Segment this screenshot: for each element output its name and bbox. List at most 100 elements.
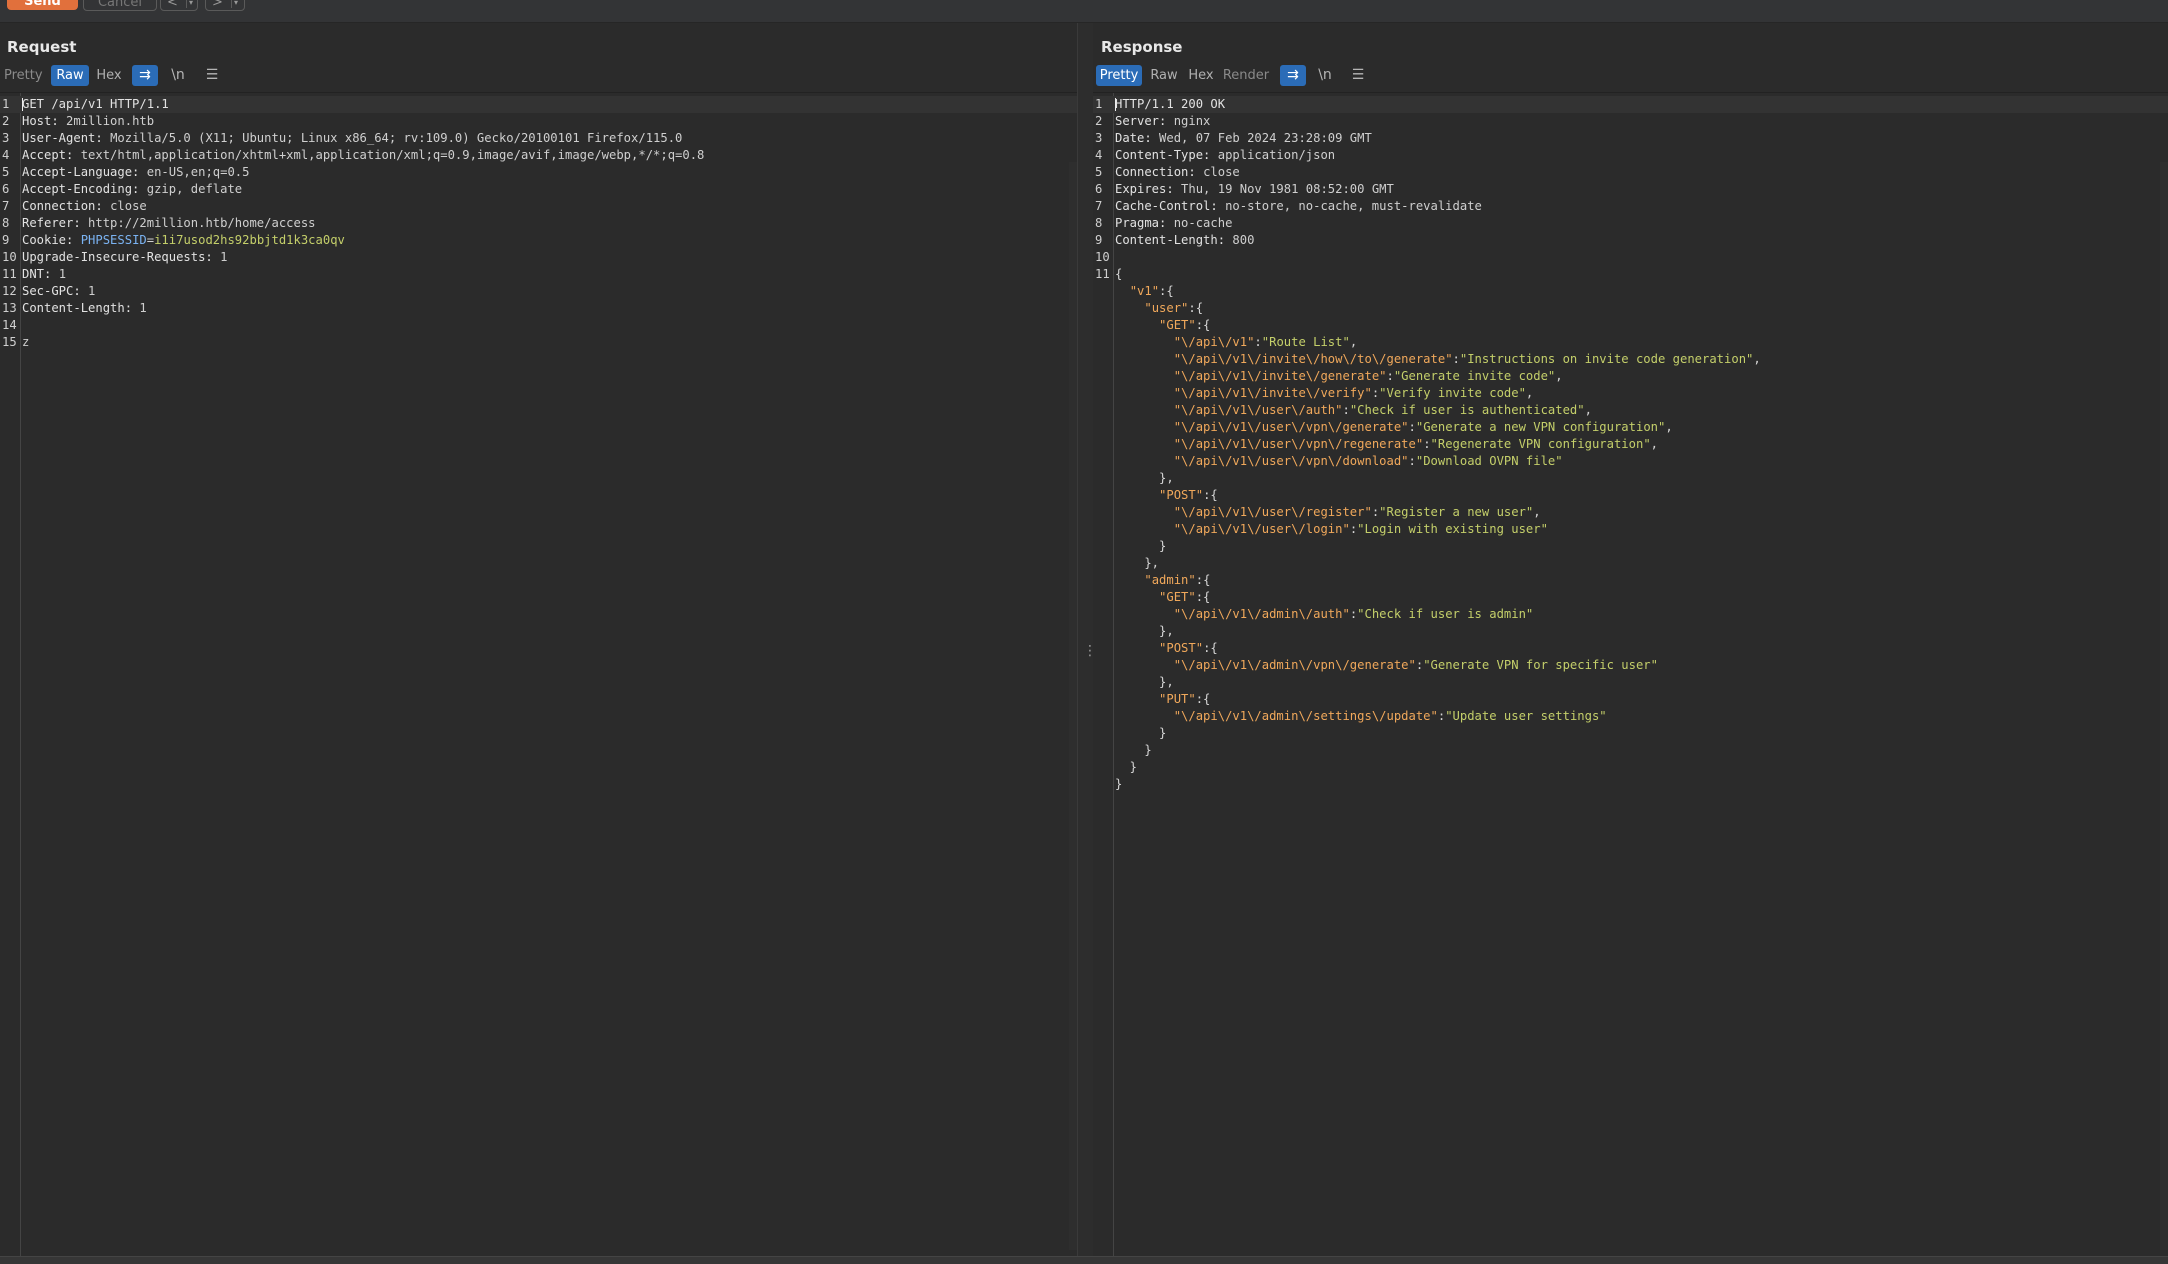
response-line[interactable]: "GET":{ — [1093, 589, 2168, 606]
response-line[interactable]: "\/api\/v1\/user\/vpn\/regenerate":"Rege… — [1093, 436, 2168, 453]
token: , — [1349, 335, 1358, 349]
request-line[interactable]: 11 DNT: 1 — [0, 266, 1077, 283]
line-text: Content-Type: application/json — [1115, 147, 1335, 164]
line-text: Host: 2million.htb — [22, 113, 154, 130]
tab-request-pretty[interactable]: Pretty — [4, 65, 43, 86]
response-line[interactable]: "admin":{ — [1093, 572, 2168, 589]
history-forward-button[interactable]: > ▾ — [205, 0, 245, 11]
token: Thu, 19 Nov 1981 08:52:00 GMT — [1181, 182, 1394, 196]
line-number: 6 — [2, 182, 10, 196]
response-line[interactable]: "\/api\/v1\/invite\/generate":"Generate … — [1093, 368, 2168, 385]
request-line[interactable]: 12 Sec-GPC: 1 — [0, 283, 1077, 300]
chevron-down-icon[interactable]: ▾ — [234, 0, 238, 13]
wrap-lines-icon[interactable]: ⇉ — [1280, 65, 1306, 86]
response-scrollbar[interactable] — [2160, 162, 2168, 1250]
response-line[interactable]: "\/api\/v1\/invite\/how\/to\/generate":"… — [1093, 351, 2168, 368]
menu-icon[interactable]: ☰ — [1346, 65, 1370, 86]
response-line[interactable]: "\/api\/v1\/invite\/verify":"Verify invi… — [1093, 385, 2168, 402]
line-text: DNT: 1 — [22, 266, 66, 283]
request-line[interactable]: 9 Cookie: PHPSESSID=i1i7usod2hs92bbjtd1k3… — [0, 232, 1077, 249]
response-line[interactable]: "\/api\/v1\/user\/auth":"Check if user i… — [1093, 402, 2168, 419]
response-line[interactable]: 2 Server: nginx — [1093, 113, 2168, 130]
token: http://2million.htb/home/access — [88, 216, 316, 230]
response-line[interactable]: } — [1093, 538, 2168, 555]
response-line[interactable]: 1 HTTP/1.1 200 OK — [1093, 96, 2168, 113]
response-line[interactable]: "\/api\/v1\/user\/login":"Login with exi… — [1093, 521, 2168, 538]
cancel-button[interactable]: Cancel — [83, 0, 157, 11]
response-line[interactable]: "\/api\/v1":"Route List", — [1093, 334, 2168, 351]
tab-response-render[interactable]: Render — [1222, 65, 1270, 86]
line-text: Accept-Language: en-US,en;q=0.5 — [22, 164, 249, 181]
request-line[interactable]: 14 — [0, 317, 1077, 334]
response-editor[interactable]: 1 HTTP/1.1 200 OK 2 Server: nginx 3 Date: Wed… — [1093, 92, 2168, 1264]
response-line[interactable]: 10 — [1093, 249, 2168, 266]
response-line[interactable]: "\/api\/v1\/admin\/auth":"Check if user … — [1093, 606, 2168, 623]
response-line[interactable]: 3 Date: Wed, 07 Feb 2024 23:28:09 GMT — [1093, 130, 2168, 147]
tab-response-pretty[interactable]: Pretty — [1096, 65, 1142, 86]
tab-response-raw[interactable]: Raw — [1148, 65, 1180, 86]
request-line[interactable]: 4 Accept: text/html,application/xhtml+xml… — [0, 147, 1077, 164]
response-line[interactable]: "POST":{ — [1093, 640, 2168, 657]
history-back-button[interactable]: < ▾ — [160, 0, 198, 11]
tab-request-raw[interactable]: Raw — [51, 65, 89, 86]
chevron-down-icon[interactable]: ▾ — [189, 0, 193, 13]
request-line[interactable]: 3 User-Agent: Mozilla/5.0 (X11; Ubuntu; L… — [0, 130, 1077, 147]
response-line[interactable]: }, — [1093, 623, 2168, 640]
token: }, — [1115, 624, 1174, 638]
token: Upgrade-Insecure-Requests: — [22, 250, 221, 264]
response-line[interactable]: "PUT":{ — [1093, 691, 2168, 708]
response-line[interactable]: 6 Expires: Thu, 19 Nov 1981 08:52:00 GMT — [1093, 181, 2168, 198]
request-line[interactable]: 5 Accept-Language: en-US,en;q=0.5 — [0, 164, 1077, 181]
token: "\/api\/v1\/user\/register" — [1173, 505, 1372, 519]
wrap-lines-icon[interactable]: ⇉ — [132, 65, 158, 86]
response-line[interactable]: } — [1093, 742, 2168, 759]
newline-icon[interactable]: \n — [166, 65, 190, 86]
response-line[interactable]: "user":{ — [1093, 300, 2168, 317]
request-line[interactable]: 15 z — [0, 334, 1077, 351]
response-line[interactable]: } — [1093, 776, 2168, 793]
response-line[interactable]: 7 Cache-Control: no-store, no-cache, must… — [1093, 198, 2168, 215]
menu-icon[interactable]: ☰ — [200, 65, 224, 86]
token: Pragma: — [1115, 216, 1174, 230]
line-number: 1 — [2, 97, 10, 111]
request-line[interactable]: 2 Host: 2million.htb — [0, 113, 1077, 130]
request-lines: 1 GET /api/v1 HTTP/1.1 2 Host: 2million.htb… — [0, 96, 1077, 351]
response-line[interactable]: }, — [1093, 470, 2168, 487]
request-line[interactable]: 13 Content-Length: 1 — [0, 300, 1077, 317]
token: text/html,application/xhtml+xml,applicat… — [80, 148, 705, 162]
request-line[interactable]: 10 Upgrade-Insecure-Requests: 1 — [0, 249, 1077, 266]
request-line[interactable]: 1 GET /api/v1 HTTP/1.1 — [0, 96, 1077, 113]
request-line[interactable]: 6 Accept-Encoding: gzip, deflate — [0, 181, 1077, 198]
response-line[interactable]: "\/api\/v1\/user\/vpn\/generate":"Genera… — [1093, 419, 2168, 436]
send-button[interactable]: Send — [7, 0, 78, 10]
response-line[interactable]: "\/api\/v1\/admin\/vpn\/generate":"Gener… — [1093, 657, 2168, 674]
request-editor[interactable]: 1 GET /api/v1 HTTP/1.1 2 Host: 2million.htb… — [0, 92, 1077, 1264]
response-line[interactable]: "\/api\/v1\/user\/register":"Register a … — [1093, 504, 2168, 521]
token: :{ — [1203, 641, 1218, 655]
response-line[interactable]: 11 { — [1093, 266, 2168, 283]
newline-icon[interactable]: \n — [1313, 65, 1337, 86]
response-line[interactable]: "\/api\/v1\/admin\/settings\/update":"Up… — [1093, 708, 2168, 725]
response-line[interactable]: } — [1093, 725, 2168, 742]
line-text: "\/api\/v1\/user\/vpn\/regenerate":"Rege… — [1115, 436, 1658, 453]
tab-request-hex[interactable]: Hex — [94, 65, 124, 86]
response-line[interactable]: 4 Content-Type: application/json — [1093, 147, 2168, 164]
response-line[interactable]: "\/api\/v1\/user\/vpn\/download":"Downlo… — [1093, 453, 2168, 470]
tab-response-hex[interactable]: Hex — [1186, 65, 1216, 86]
request-scrollbar[interactable] — [1069, 162, 1077, 1250]
response-line[interactable]: "v1":{ — [1093, 283, 2168, 300]
request-line[interactable]: 7 Connection: close — [0, 198, 1077, 215]
response-line[interactable]: "POST":{ — [1093, 487, 2168, 504]
response-line[interactable]: 9 Content-Length: 800 — [1093, 232, 2168, 249]
response-line[interactable]: 8 Pragma: no-cache — [1093, 215, 2168, 232]
response-line[interactable]: }, — [1093, 555, 2168, 572]
response-line[interactable]: "GET":{ — [1093, 317, 2168, 334]
response-line[interactable]: 5 Connection: close — [1093, 164, 2168, 181]
line-text: z — [22, 334, 29, 351]
token: no-store, no-cache, must-revalidate — [1225, 199, 1482, 213]
token: "\/api\/v1\/user\/login" — [1173, 522, 1350, 536]
response-line[interactable]: }, — [1093, 674, 2168, 691]
request-line[interactable]: 8 Referer: http://2million.htb/home/acces… — [0, 215, 1077, 232]
response-line[interactable]: } — [1093, 759, 2168, 776]
